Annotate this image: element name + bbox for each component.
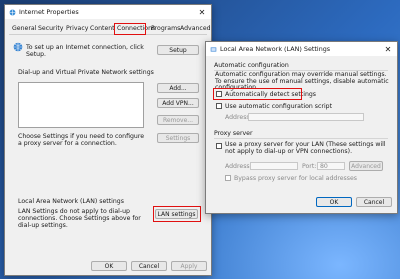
proxy-heading: Proxy server xyxy=(214,130,253,137)
internet-globe-icon xyxy=(9,9,16,15)
tab-strip: General Security Privacy Content Connect… xyxy=(9,23,211,35)
ip-titlebar: Internet Properties ✕ xyxy=(5,5,211,19)
tab-programs[interactable]: Programs xyxy=(151,25,180,32)
add-vpn-button[interactable]: Add VPN... xyxy=(157,98,199,108)
lan-settings-highlight xyxy=(153,206,201,222)
dialup-settings-button[interactable]: Settings xyxy=(157,133,199,143)
setup-text: To set up an Internet connection, click … xyxy=(26,44,144,58)
remove-button[interactable]: Remove... xyxy=(157,115,199,125)
lan-settings-dialog: Local Area Network (LAN) Settings ✕ Auto… xyxy=(205,41,398,214)
cancel-button[interactable]: Cancel xyxy=(131,261,167,271)
network-settings-icon xyxy=(210,46,217,52)
tab-advanced[interactable]: Advanced xyxy=(180,25,211,32)
close-icon[interactable]: ✕ xyxy=(379,42,397,56)
use-proxy-label[interactable]: Use a proxy server for your LAN (These s… xyxy=(225,141,391,155)
ip-title: Internet Properties xyxy=(19,8,79,16)
connections-listbox[interactable] xyxy=(18,82,144,128)
tab-privacy[interactable]: Privacy xyxy=(66,25,88,32)
advanced-button[interactable]: Advanced xyxy=(349,161,383,171)
lan-titlebar: Local Area Network (LAN) Settings ✕ xyxy=(206,42,397,56)
ok-button[interactable]: OK xyxy=(91,261,127,271)
setup-button[interactable]: Setup xyxy=(157,45,199,55)
tab-content[interactable]: Content xyxy=(90,25,115,32)
add-button[interactable]: Add... xyxy=(157,83,199,93)
close-icon[interactable]: ✕ xyxy=(193,5,211,19)
proxy-address-label: Address: xyxy=(225,163,252,170)
dialup-heading: Dial-up and Virtual Private Network sett… xyxy=(18,69,154,76)
proxy-address-field xyxy=(250,162,298,170)
proxy-port-label: Port: xyxy=(302,163,317,170)
proxy-divider xyxy=(214,138,388,139)
auto-config-heading: Automatic configuration xyxy=(214,62,289,69)
choose-settings-text: Choose Settings if you need to configure… xyxy=(18,133,145,147)
proxy-port-value: 80 xyxy=(320,163,328,170)
use-proxy-checkbox[interactable] xyxy=(216,143,222,149)
auto-detect-highlight xyxy=(213,88,302,100)
lan-description: LAN Settings do not apply to dial-up con… xyxy=(18,208,141,229)
use-script-label[interactable]: Use automatic configuration script xyxy=(225,103,332,110)
tab-security[interactable]: Security xyxy=(38,25,63,32)
internet-properties-window: Internet Properties ✕ General Security P… xyxy=(4,4,212,276)
address-label: Address xyxy=(225,114,250,121)
connection-globe-icon xyxy=(13,42,23,52)
bypass-label[interactable]: Bypass proxy server for local addresses xyxy=(234,175,357,182)
use-script-checkbox[interactable] xyxy=(216,103,222,109)
tab-general[interactable]: General xyxy=(12,25,36,32)
apply-button[interactable]: Apply xyxy=(171,261,207,271)
lan-cancel-button[interactable]: Cancel xyxy=(356,197,392,207)
lan-title: Local Area Network (LAN) Settings xyxy=(220,45,331,53)
bypass-checkbox[interactable] xyxy=(225,175,231,181)
proxy-port-field: 80 xyxy=(317,162,345,170)
script-address-field xyxy=(248,113,364,121)
lan-heading: Local Area Network (LAN) settings xyxy=(18,198,124,205)
connections-tab-highlight xyxy=(114,23,146,35)
lan-ok-button[interactable]: OK xyxy=(316,197,352,207)
